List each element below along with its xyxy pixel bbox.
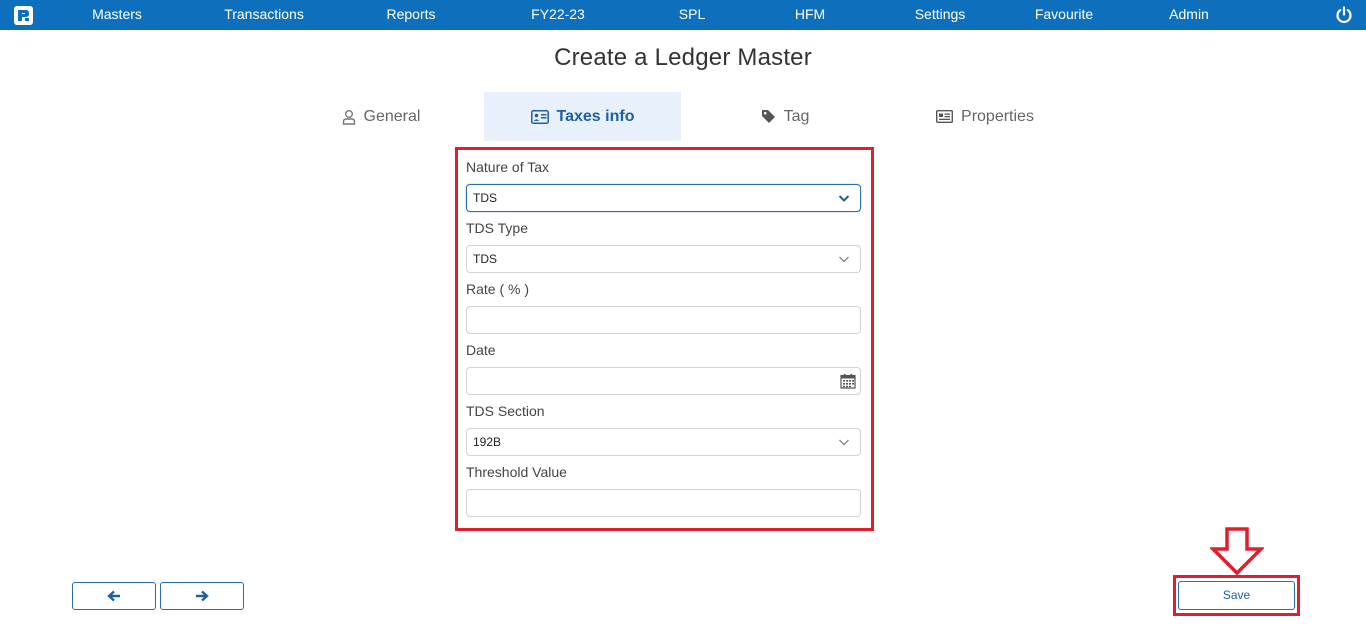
tab-tag[interactable]: Tag: [690, 92, 880, 141]
nav-spl[interactable]: SPL: [679, 0, 705, 30]
tab-properties[interactable]: Properties: [890, 92, 1080, 141]
tds-type-label: TDS Type: [466, 220, 528, 236]
id-card-icon: [530, 109, 549, 124]
tds-section-label: TDS Section: [466, 403, 545, 419]
arrow-down-annotation-icon: [1210, 527, 1264, 575]
nav-fiscal-year[interactable]: FY22-23: [531, 0, 585, 30]
tab-label: Tag: [783, 107, 810, 125]
nav-admin[interactable]: Admin: [1169, 0, 1209, 30]
user-icon: [342, 109, 356, 125]
tab-label: Properties: [961, 107, 1034, 125]
chevron-down-icon: [838, 195, 850, 202]
nav-masters[interactable]: Masters: [92, 0, 142, 30]
tab-label: Taxes info: [556, 107, 635, 125]
nav-settings[interactable]: Settings: [915, 0, 966, 30]
arrow-left-icon: [107, 590, 120, 602]
page-title: Create a Ledger Master: [554, 44, 812, 71]
nav-hfm[interactable]: HFM: [795, 0, 825, 30]
tab-general[interactable]: General: [286, 92, 476, 141]
nav-favourite[interactable]: Favourite: [1035, 0, 1093, 30]
threshold-value-label: Threshold Value: [466, 464, 567, 480]
date-input[interactable]: [466, 367, 861, 395]
nav-reports[interactable]: Reports: [386, 0, 435, 30]
arrow-right-icon: [196, 590, 209, 602]
tab-label: General: [363, 107, 421, 125]
tag-icon: [761, 109, 776, 124]
list-card-icon: [936, 110, 954, 123]
tds-type-select[interactable]: TDS: [466, 245, 861, 273]
calendar-icon[interactable]: [840, 373, 856, 389]
nav-transactions[interactable]: Transactions: [224, 0, 304, 30]
date-label: Date: [466, 342, 496, 358]
top-nav-bar: Masters Transactions Reports FY22-23 SPL…: [0, 0, 1366, 30]
tds-type-value: TDS: [473, 252, 497, 266]
chevron-down-icon: [839, 439, 849, 446]
rate-input[interactable]: [466, 306, 861, 334]
threshold-value-input[interactable]: [466, 489, 861, 517]
tds-section-select[interactable]: 192B: [466, 428, 861, 456]
app-logo-icon[interactable]: [14, 6, 33, 25]
previous-button[interactable]: [72, 582, 156, 610]
tab-taxes-info[interactable]: Taxes info: [484, 92, 681, 141]
save-button[interactable]: Save: [1178, 581, 1295, 610]
tds-section-value: 192B: [473, 435, 502, 449]
power-icon[interactable]: [1334, 5, 1354, 25]
chevron-down-icon: [839, 256, 849, 263]
rate-label: Rate ( % ): [466, 281, 530, 297]
nature-of-tax-label: Nature of Tax: [466, 159, 550, 175]
nature-of-tax-value: TDS: [473, 191, 497, 205]
next-button[interactable]: [160, 582, 244, 610]
nature-of-tax-select[interactable]: TDS: [466, 184, 861, 212]
